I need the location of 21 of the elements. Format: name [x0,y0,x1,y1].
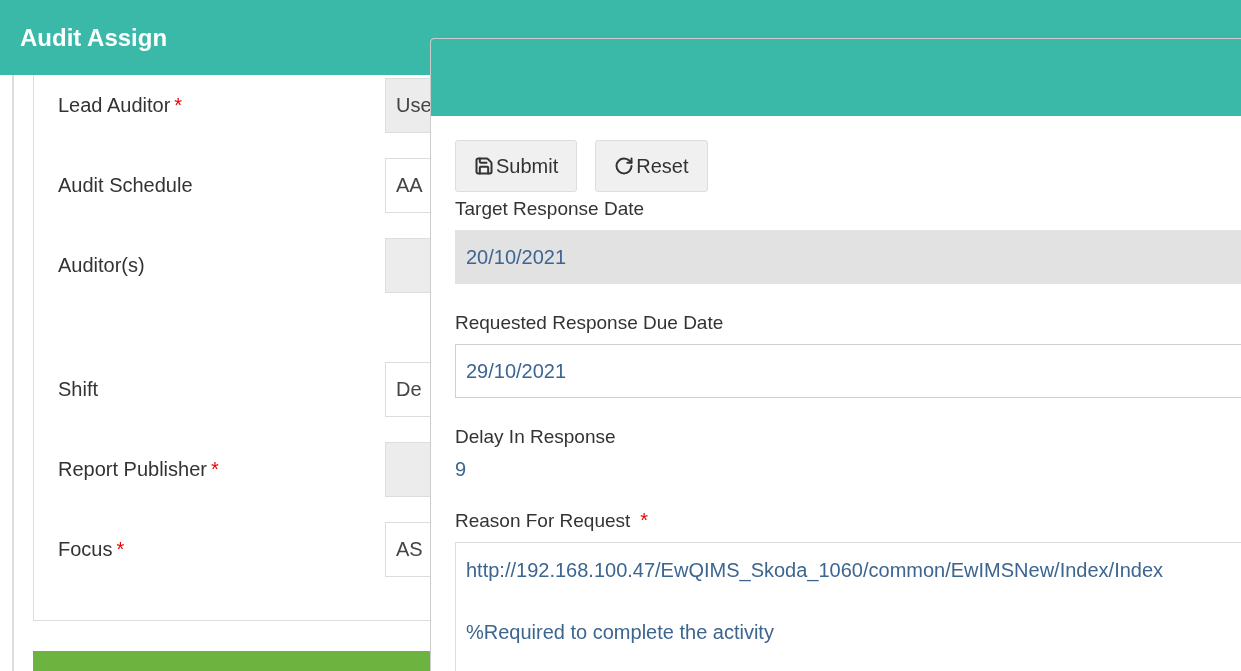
page-title: Audit Assign [20,23,168,52]
required-asterisk: * [174,94,183,117]
field-label: Target Response Date [455,198,645,220]
submit-button[interactable]: Submit [455,140,578,192]
field-label: Delay In Response [455,426,616,448]
required-asterisk: * [210,458,219,481]
field-label: Reason For Request [455,509,631,532]
redo-icon [614,156,635,176]
field-label: Auditor(s) [58,254,145,277]
field-value: 9 [455,458,467,481]
field-label: Lead Auditor [58,94,171,117]
field-label: Shift [58,378,99,401]
reset-button[interactable]: Reset [595,140,708,192]
field-label: Audit Schedule [58,174,193,197]
required-asterisk: * [116,538,125,561]
date-field[interactable]: 29/10/2021 [455,344,1241,398]
required-asterisk: * [640,509,649,532]
field-label: Focus [58,538,113,561]
reason-textarea[interactable]: http://192.168.100.47/EwQIMS_Skoda_1060/common/EwIMSNew/Index/Index %Required to complete the activity [455,542,1241,671]
field-label: Requested Response Due Date [455,312,724,334]
field-label: Report Publisher [58,458,207,481]
